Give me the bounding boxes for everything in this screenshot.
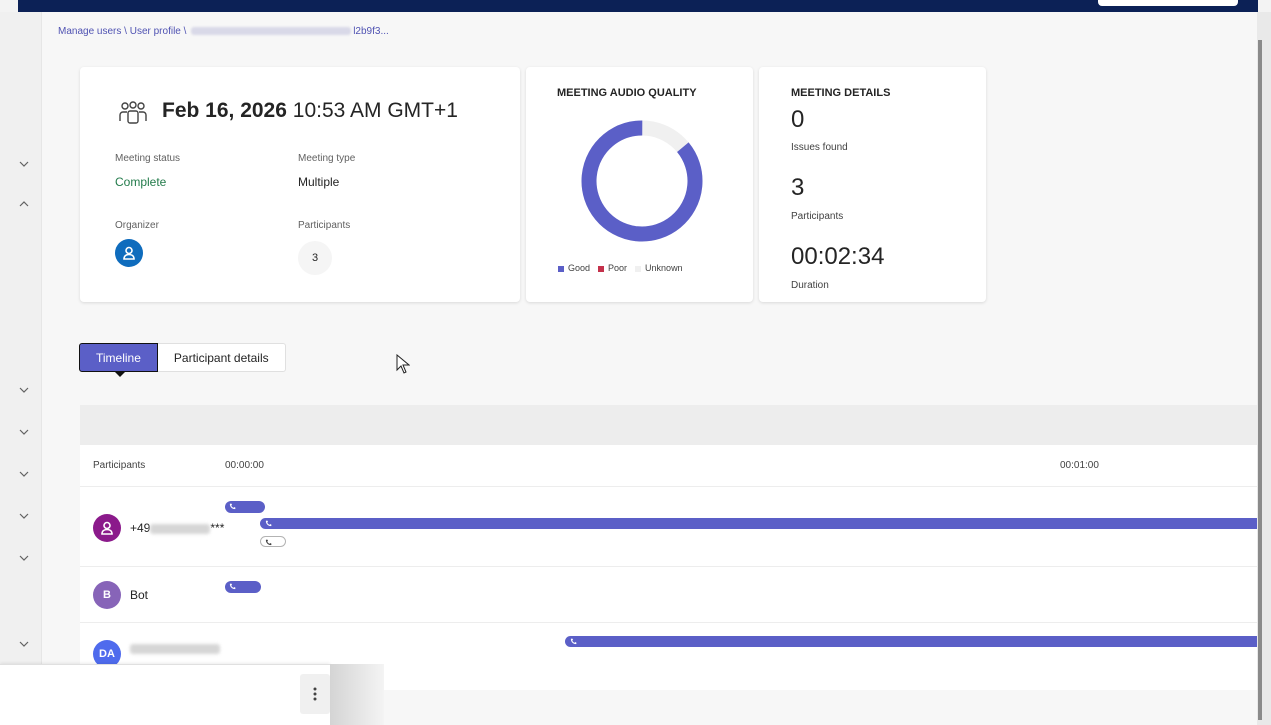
participant-name: Bot <box>130 588 149 602</box>
phone-icon <box>265 539 272 546</box>
chevron-down-icon[interactable] <box>18 551 30 563</box>
meeting-date: Feb 16, 2026 <box>162 99 287 122</box>
meeting-participants-icon <box>116 101 150 125</box>
timeline-header: Participants 00:00:00 00:01:00 <box>80 445 1257 487</box>
person-icon <box>101 521 113 535</box>
participant-avatar[interactable]: B <box>93 581 121 609</box>
view-tabs: Timeline Participant details <box>79 343 286 377</box>
timeline-toolbar <box>80 405 1257 445</box>
participant-phone-prefix: +49 <box>130 521 151 535</box>
participant-name: +49 *** <box>130 521 224 535</box>
meeting-details-title: MEETING DETAILS <box>791 87 891 99</box>
audio-quality-card: MEETING AUDIO QUALITY Good Poor Unknown <box>526 67 753 302</box>
participant-phone-suffix: *** <box>210 521 225 535</box>
left-rail <box>0 12 42 725</box>
call-segment-pill[interactable] <box>225 581 261 593</box>
details-participants-label: Participants <box>791 211 844 222</box>
top-search-input[interactable] <box>1098 0 1238 6</box>
timeline-tick-start: 00:00:00 <box>225 460 264 471</box>
redacted-participant-name <box>130 643 220 654</box>
chevron-down-icon[interactable] <box>18 425 30 437</box>
timeline-tick-minute: 00:01:00 <box>1060 460 1099 471</box>
meeting-type-label: Meeting type <box>298 153 356 164</box>
organizer-label: Organizer <box>115 220 159 231</box>
legend-good: Good <box>558 263 590 273</box>
meeting-status-value: Complete <box>115 175 167 189</box>
breadcrumb-user-profile[interactable]: User profile <box>130 26 181 37</box>
meeting-status-label: Meeting status <box>115 153 181 164</box>
duration-value: 00:02:34 <box>791 243 885 270</box>
timeline-row: B Bot <box>80 567 1257 623</box>
chevron-up-icon[interactable] <box>18 197 30 209</box>
phone-icon <box>229 503 236 510</box>
chevron-down-icon[interactable] <box>18 467 30 479</box>
phone-icon <box>229 583 236 590</box>
person-icon <box>123 246 135 260</box>
legend-poor: Poor <box>598 263 627 273</box>
tab-timeline[interactable]: Timeline <box>79 343 158 377</box>
more-vertical-icon <box>313 687 317 701</box>
legend-unknown: Unknown <box>635 263 683 273</box>
call-duration-bar[interactable] <box>260 518 1257 529</box>
timeline-participants-header: Participants <box>93 460 146 471</box>
chevron-down-icon[interactable] <box>18 637 30 649</box>
audio-quality-title: MEETING AUDIO QUALITY <box>557 87 697 99</box>
audio-quality-donut <box>581 120 703 242</box>
chevron-down-icon[interactable] <box>18 509 30 521</box>
meeting-datetime: Feb 16, 2026 10:53 AM GMT+1 <box>162 99 458 123</box>
breadcrumb-separator: \ <box>180 26 190 37</box>
more-options-button[interactable] <box>300 674 330 714</box>
timeline-row: +49 *** <box>80 487 1257 567</box>
breadcrumb: Manage users \ User profile \ l2b9f3... <box>58 26 389 37</box>
call-segment-pill[interactable] <box>225 501 265 513</box>
issues-label: Issues found <box>791 142 848 153</box>
participants-count[interactable]: 3 <box>298 241 332 275</box>
meeting-type-value: Multiple <box>298 175 340 189</box>
phone-icon <box>570 638 577 645</box>
participants-label: Participants <box>298 220 351 231</box>
participant-name <box>130 641 220 655</box>
phone-icon <box>265 520 272 527</box>
breadcrumb-manage-users[interactable]: Manage users <box>58 26 121 37</box>
mouse-cursor-icon <box>396 354 410 374</box>
details-participants-count: 3 <box>791 174 805 201</box>
organizer-avatar[interactable] <box>115 239 143 267</box>
participant-avatar[interactable] <box>93 514 121 542</box>
redacted-meeting-id <box>191 27 352 36</box>
redacted-phone <box>150 523 211 534</box>
scrollbar-thumb[interactable] <box>1258 40 1262 720</box>
top-bar <box>18 0 1258 12</box>
timeline-panel: Participants 00:00:00 00:01:00 +49 *** B … <box>80 445 1257 690</box>
breadcrumb-meeting-id: l2b9f3... <box>353 26 389 37</box>
breadcrumb-separator: \ <box>121 26 130 37</box>
call-segment-pill-outline[interactable] <box>260 536 286 547</box>
overlay-shadow <box>330 664 384 725</box>
chevron-down-icon[interactable] <box>18 157 30 169</box>
audio-quality-legend: Good Poor Unknown <box>558 263 683 273</box>
duration-label: Duration <box>791 280 829 291</box>
chevron-down-icon[interactable] <box>18 383 30 395</box>
meeting-time: 10:53 AM GMT+1 <box>292 99 458 122</box>
call-duration-bar[interactable] <box>565 636 1257 647</box>
issues-count: 0 <box>791 106 805 133</box>
tab-participant-details[interactable]: Participant details <box>157 343 286 372</box>
bottom-panel <box>0 664 330 725</box>
meeting-details-card: MEETING DETAILS 0 Issues found 3 Partici… <box>759 67 986 302</box>
